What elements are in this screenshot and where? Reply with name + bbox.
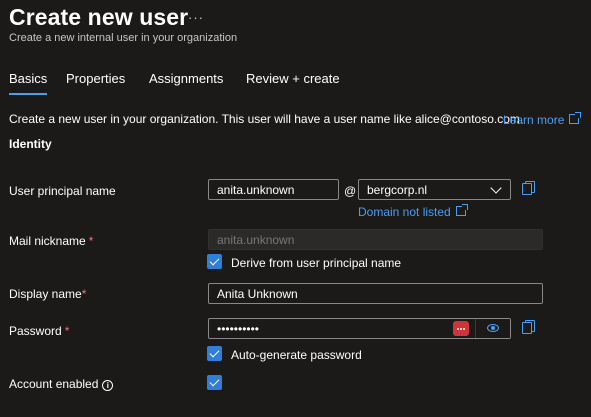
upn-label: User principal name xyxy=(9,184,116,198)
password-input[interactable]: •••••••••• xyxy=(208,318,511,339)
info-icon[interactable]: i xyxy=(102,380,114,391)
external-link-icon xyxy=(569,112,582,124)
upn-input[interactable]: anita.unknown xyxy=(208,179,339,200)
page-subtitle: Create a new internal user in your organ… xyxy=(9,32,238,44)
domain-not-listed-label: Domain not listed xyxy=(358,205,451,219)
tab-properties[interactable]: Properties xyxy=(66,71,125,86)
mail-nickname-label-text: Mail nickname xyxy=(9,234,86,248)
password-divider xyxy=(475,319,476,338)
password-label-text: Password xyxy=(9,324,62,338)
mail-nickname-input: anita.unknown xyxy=(208,229,543,250)
learn-more-label: Learn more xyxy=(503,113,565,127)
auto-generate-label: Auto-generate password xyxy=(231,348,362,362)
domain-not-listed-link[interactable]: Domain not listed xyxy=(358,204,468,219)
tab-basics[interactable]: Basics xyxy=(9,71,48,95)
copy-icon[interactable] xyxy=(522,320,535,334)
display-name-input[interactable]: Anita Unknown xyxy=(208,283,543,304)
learn-more-link[interactable]: Learn more xyxy=(503,112,582,127)
create-user-page: Create new user ··· Create a new interna… xyxy=(0,0,591,417)
domain-value: bergcorp.nl xyxy=(367,183,428,197)
account-enabled-checkbox[interactable] xyxy=(207,375,222,390)
required-marker: * xyxy=(81,287,87,301)
required-marker: * xyxy=(64,324,70,338)
password-mask: •••••••••• xyxy=(217,322,260,336)
display-name-label: Display name* xyxy=(9,287,86,301)
derive-checkbox[interactable] xyxy=(207,254,222,269)
account-enabled-label-text: Account enabled xyxy=(9,377,99,391)
display-name-label-text: Display name xyxy=(9,287,82,301)
derive-checkbox-label: Derive from user principal name xyxy=(231,256,402,270)
password-label: Password * xyxy=(9,324,69,338)
account-enabled-label: Account enabled i xyxy=(9,377,114,391)
chevron-down-icon xyxy=(490,182,502,194)
intro-text: Create a new user in your organization. … xyxy=(9,112,524,126)
section-title-identity: Identity xyxy=(9,137,52,151)
copy-icon[interactable] xyxy=(522,181,535,195)
more-options-button[interactable]: ··· xyxy=(188,10,204,25)
tab-assignments[interactable]: Assignments xyxy=(149,71,223,86)
external-link-icon xyxy=(455,204,468,216)
auto-generate-checkbox[interactable] xyxy=(207,346,222,361)
page-title: Create new user xyxy=(9,4,189,30)
required-marker: * xyxy=(88,234,94,248)
show-password-button[interactable] xyxy=(477,319,510,338)
password-manager-icon[interactable] xyxy=(453,321,469,336)
mail-nickname-label: Mail nickname * xyxy=(9,234,93,248)
tab-review-create[interactable]: Review + create xyxy=(246,71,340,86)
at-sign: @ xyxy=(344,184,357,198)
domain-select[interactable]: bergcorp.nl xyxy=(358,179,511,200)
